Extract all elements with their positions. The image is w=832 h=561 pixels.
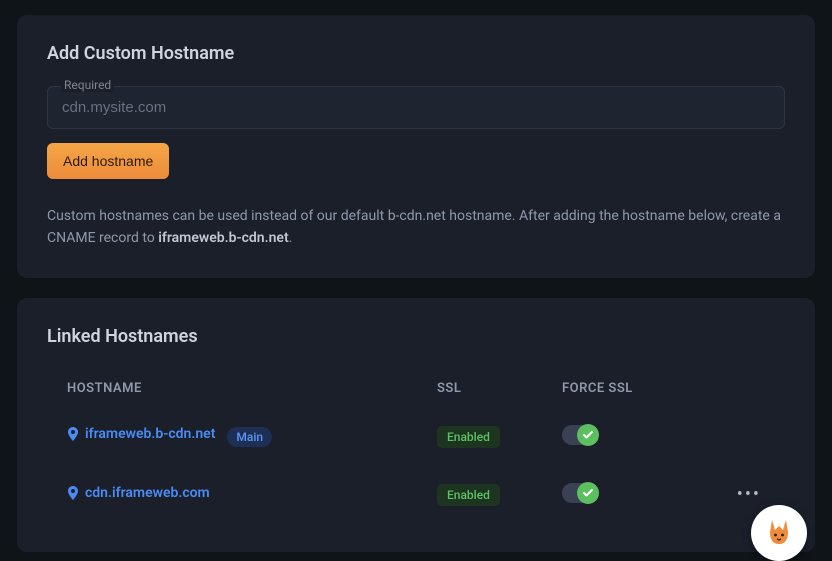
hostname-input-label: Required bbox=[61, 78, 114, 92]
table-row: iframeweb.b-cdn.net Main Enabled bbox=[47, 408, 785, 466]
hostname-input-wrapper: Required bbox=[47, 86, 785, 129]
hostname-cell: cdn.iframeweb.com bbox=[67, 485, 437, 504]
check-icon bbox=[583, 489, 593, 497]
hostname-link[interactable]: iframeweb.b-cdn.net bbox=[67, 426, 215, 442]
help-text: Custom hostnames can be used instead of … bbox=[47, 205, 785, 250]
linked-hostnames-panel: Linked Hostnames HOSTNAME SSL FORCE SSL … bbox=[17, 298, 815, 552]
ssl-cell: Enabled bbox=[437, 426, 562, 448]
hostname-text: cdn.iframeweb.com bbox=[85, 485, 210, 501]
col-hostname-header: HOSTNAME bbox=[67, 381, 437, 396]
help-mascot-button[interactable] bbox=[751, 505, 807, 561]
ssl-status-badge: Enabled bbox=[437, 426, 500, 448]
bunny-icon bbox=[762, 516, 796, 550]
hostnames-table: HOSTNAME SSL FORCE SSL iframeweb.b-cdn.n… bbox=[47, 369, 785, 524]
more-actions-button[interactable]: ••• bbox=[733, 482, 765, 507]
col-ssl-header: SSL bbox=[437, 381, 562, 396]
hostname-link[interactable]: cdn.iframeweb.com bbox=[67, 485, 210, 501]
linked-hostnames-title: Linked Hostnames bbox=[47, 326, 785, 347]
hostname-text: iframeweb.b-cdn.net bbox=[85, 426, 215, 442]
table-row: cdn.iframeweb.com Enabled ••• bbox=[47, 466, 785, 524]
col-actions-header bbox=[712, 381, 765, 396]
table-header: HOSTNAME SSL FORCE SSL bbox=[47, 369, 785, 408]
map-pin-icon bbox=[67, 485, 79, 501]
add-hostname-button[interactable]: Add hostname bbox=[47, 143, 169, 179]
force-ssl-cell bbox=[562, 425, 712, 449]
ssl-cell: Enabled bbox=[437, 484, 562, 506]
help-text-suffix: . bbox=[289, 230, 293, 246]
col-force-ssl-header: FORCE SSL bbox=[562, 381, 712, 396]
hostname-cell: iframeweb.b-cdn.net Main bbox=[67, 426, 437, 447]
actions-cell: ••• bbox=[712, 482, 765, 507]
force-ssl-toggle[interactable] bbox=[562, 425, 598, 445]
map-pin-icon bbox=[67, 426, 79, 442]
main-badge: Main bbox=[227, 427, 272, 447]
force-ssl-toggle[interactable] bbox=[562, 483, 598, 503]
help-text-cname: iframeweb.b-cdn.net bbox=[158, 230, 288, 246]
add-hostname-title: Add Custom Hostname bbox=[47, 43, 785, 64]
ssl-status-badge: Enabled bbox=[437, 484, 500, 506]
add-hostname-panel: Add Custom Hostname Required Add hostnam… bbox=[17, 15, 815, 278]
check-icon bbox=[583, 431, 593, 439]
force-ssl-cell bbox=[562, 483, 712, 507]
toggle-knob bbox=[577, 482, 599, 504]
toggle-knob bbox=[577, 424, 599, 446]
hostname-input[interactable] bbox=[47, 86, 785, 129]
